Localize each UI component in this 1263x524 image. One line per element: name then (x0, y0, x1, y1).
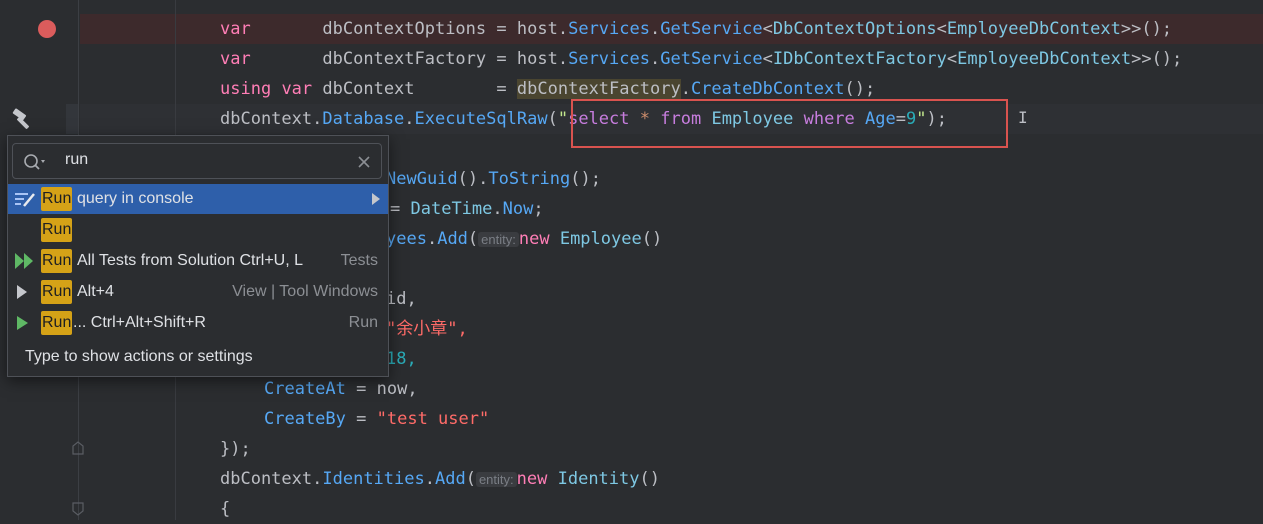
action-item-run-tool-window[interactable]: Run Alt+4 View | Tool Windows (8, 277, 388, 307)
code-line: id, (386, 289, 417, 309)
code-line: var dbContextOptions = host.Services.Get… (220, 19, 1173, 39)
match-highlight: Run (41, 311, 73, 335)
match-highlight: Run (41, 218, 73, 242)
param-hint: entity: (475, 472, 517, 487)
run-all-icon (15, 253, 33, 269)
action-label: Alt+4 (77, 283, 114, 300)
code-line: "余小章", (386, 319, 468, 339)
code-line: 18, (386, 349, 417, 369)
code-line: }); (220, 439, 251, 459)
code-line: NewGuid().ToString(); (386, 169, 601, 189)
code-line: CreateBy = "test user" (264, 409, 490, 429)
play-icon (17, 285, 27, 299)
code-line: yees.Add(entity: new Employee() (386, 229, 663, 249)
action-group: Tests (340, 252, 378, 269)
code-line: CreateAt = now, (264, 379, 418, 399)
code-line: = DateTime.Now; (390, 199, 544, 219)
param-hint: entity: (478, 232, 519, 247)
current-line-gutter-marker (66, 104, 78, 134)
search-value[interactable]: run (65, 151, 88, 169)
action-group: View | Tool Windows (232, 283, 378, 300)
find-action-popup: run Run query in console Run Run All Tes… (7, 135, 389, 377)
close-icon[interactable] (355, 153, 373, 171)
action-item-run-all-tests[interactable]: Run All Tests from Solution Ctrl+U, L Te… (8, 246, 388, 276)
submenu-arrow-icon (372, 193, 380, 205)
action-item-run-ellipsis[interactable]: Run ... Ctrl+Alt+Shift+R Run (8, 308, 388, 338)
action-item-run[interactable]: Run (8, 215, 388, 245)
popup-hint: Type to show actions or settings (25, 348, 253, 365)
action-item-query-in-console[interactable]: Run query in console (8, 184, 388, 214)
action-label: ... Ctrl+Alt+Shift+R (73, 314, 206, 331)
text-cursor: I (1018, 108, 1028, 127)
fold-icon[interactable] (72, 441, 84, 455)
search-input[interactable]: run (12, 143, 382, 179)
edit-lines-icon (15, 193, 35, 207)
action-group: Run (348, 314, 378, 331)
hammer-icon[interactable] (10, 106, 36, 132)
sql-highlight-box (571, 99, 1008, 148)
match-highlight: Run (41, 187, 73, 211)
action-label: query in console (77, 190, 194, 207)
code-line: dbContext.Identities.Add(entity: new Iden… (220, 469, 660, 489)
action-label: All Tests from Solution Ctrl+U, L (77, 252, 304, 269)
fold-icon[interactable] (72, 502, 84, 516)
match-highlight: Run (41, 249, 73, 273)
code-line: var dbContextFactory = host.Services.Get… (220, 49, 1183, 69)
play-icon (17, 316, 28, 330)
search-icon (24, 154, 45, 170)
match-highlight: Run (41, 280, 73, 304)
breakpoint-icon[interactable] (38, 20, 56, 38)
